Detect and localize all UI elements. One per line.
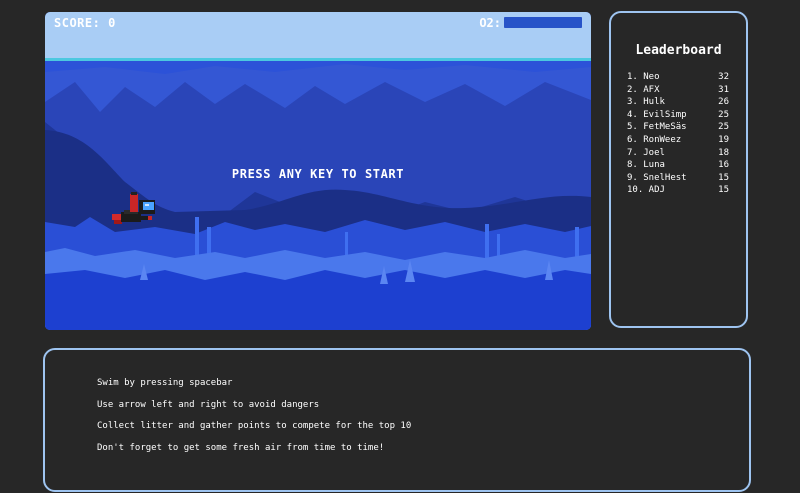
oxygen-meter [504, 17, 582, 28]
player-name: 4. EvilSimp [627, 109, 687, 120]
player-name: 5. FetMeSäs [627, 122, 687, 133]
player-name: 6. RonWeez [627, 134, 682, 145]
instruction-line: Don't forget to get some fresh air from … [97, 442, 385, 453]
instructions-list: Swim by pressing spacebar Use arrow left… [97, 377, 411, 463]
diver-sprite [112, 192, 155, 224]
leaderboard-row: 3. Hulk 26 [627, 96, 729, 109]
player-name: 9. SnelHest [627, 172, 687, 183]
player-name: 2. AFX [627, 84, 660, 95]
leaderboard-list: 1. Neo 32 2. AFX 31 3. Hulk 26 4. EvilSimp 2… [627, 71, 729, 197]
player-name: 3. Hulk [627, 97, 665, 108]
score-display: SCORE: 0 [54, 16, 116, 30]
leaderboard-panel: Leaderboard 1. Neo 32 2. AFX 31 3. Hulk 26 … [609, 11, 748, 328]
instruction-line: Collect litter and gather points to comp… [97, 421, 412, 431]
player-score: 15 [718, 185, 729, 196]
oxygen-label: O2: [479, 16, 501, 30]
leaderboard-row: 6. RonWeez 19 [627, 134, 729, 147]
player-name: 1. Neo [627, 72, 660, 82]
leaderboard-row: 5. FetMeSäs 25 [627, 121, 729, 134]
leaderboard-title: Leaderboard [635, 43, 722, 58]
start-prompt: PRESS ANY KEY TO START [231, 167, 405, 181]
player-score: 16 [718, 160, 729, 171]
player-name: 10. ADJ [627, 185, 665, 196]
leaderboard-row: 1. Neo 32 [627, 71, 729, 84]
player-score: 31 [718, 84, 729, 95]
player-score: 19 [718, 134, 729, 145]
player-score: 25 [718, 109, 729, 120]
leaderboard-row: 10. ADJ 15 [627, 184, 729, 197]
player-score: 18 [718, 147, 729, 158]
game-canvas[interactable]: SCORE: 0 O2: PRESS ANY KEY TO START [45, 12, 591, 330]
water-surface [45, 58, 591, 61]
leaderboard-row: 4. EvilSimp 25 [627, 109, 729, 122]
player-score: 32 [718, 72, 729, 82]
player-score: 26 [718, 97, 729, 108]
leaderboard-row: 8. Luna 16 [627, 159, 729, 172]
leaderboard-row: 9. SnelHest 15 [627, 172, 729, 185]
player-score: 25 [718, 122, 729, 133]
player-name: 8. Luna [627, 160, 665, 171]
player-name: 7. Joel [627, 147, 665, 158]
leaderboard-row: 7. Joel 18 [627, 147, 729, 160]
player-score: 15 [718, 172, 729, 183]
instructions-panel: Swim by pressing spacebar Use arrow left… [43, 348, 751, 492]
leaderboard-row: 2. AFX 31 [627, 84, 729, 97]
instruction-line: Swim by pressing spacebar [97, 378, 233, 388]
oxygen-meter-fill [504, 17, 582, 28]
instruction-line: Use arrow left and right to avoid danger… [97, 399, 320, 410]
